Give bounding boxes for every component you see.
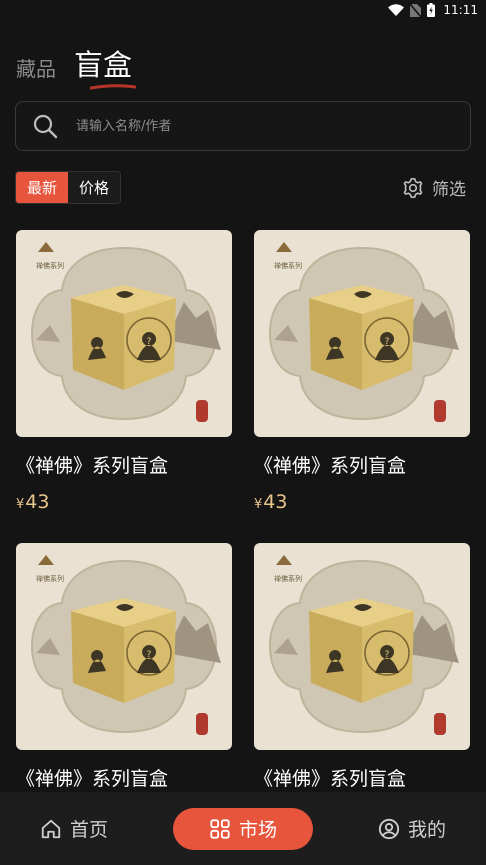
search-icon — [33, 114, 58, 139]
nav-home-label: 首页 — [70, 819, 109, 841]
sort-latest-button[interactable]: 最新 — [16, 172, 68, 203]
product-card[interactable]: ? 禅佛系列 《禅佛》系列盲盒 ¥43 — [254, 230, 470, 513]
product-card[interactable]: ? 禅佛系列 《禅佛》系列盲盒 ¥43 — [16, 230, 232, 513]
sort-toggle: 最新 价格 — [15, 171, 121, 204]
nav-home[interactable]: 首页 — [40, 809, 108, 849]
product-price: ¥43 — [254, 491, 470, 513]
status-bar: 11:11 — [0, 0, 486, 22]
product-image: ? 禅佛系列 — [254, 543, 470, 750]
product-price: ¥43 — [16, 491, 232, 513]
grid-icon — [210, 818, 230, 839]
gear-icon — [403, 177, 423, 198]
sort-price-button[interactable]: 价格 — [68, 172, 120, 203]
home-icon — [41, 819, 61, 838]
svg-text:?: ? — [147, 650, 152, 660]
currency-symbol: ¥ — [254, 497, 263, 512]
image-caption: 禅佛系列 — [36, 574, 64, 583]
nav-mine[interactable]: 我的 — [378, 809, 446, 849]
product-card[interactable]: ? 禅佛系列 《禅佛》系列盲盒 — [254, 543, 470, 791]
status-icons: 11:11 — [388, 3, 478, 17]
svg-text:?: ? — [385, 337, 390, 347]
product-card[interactable]: ? 禅佛系列 《禅佛》系列盲盒 — [16, 543, 232, 791]
battery-icon — [427, 3, 436, 17]
svg-text:?: ? — [147, 337, 152, 347]
product-image: ? 禅佛系列 — [16, 230, 232, 437]
image-caption: 禅佛系列 — [274, 574, 302, 583]
bottom-nav: 首页 市场 我的 — [0, 792, 486, 865]
product-image: ? 禅佛系列 — [254, 230, 470, 437]
wifi-icon — [388, 4, 405, 16]
nav-mine-label: 我的 — [407, 819, 446, 841]
user-icon — [378, 818, 400, 839]
filter-label: 筛选 — [432, 180, 466, 200]
filter-button[interactable]: 筛选 — [402, 175, 466, 200]
search-input[interactable] — [76, 118, 416, 134]
tab-blind-box[interactable]: 盲盒 — [74, 42, 136, 90]
product-title: 《禅佛》系列盲盒 — [254, 455, 407, 477]
product-title: 《禅佛》系列盲盒 — [254, 768, 407, 790]
price-value: 43 — [263, 491, 288, 513]
image-caption: 禅佛系列 — [274, 261, 302, 270]
nav-market[interactable]: 市场 — [173, 807, 313, 850]
price-value: 43 — [25, 491, 50, 513]
product-image: ? 禅佛系列 — [16, 543, 232, 750]
tab-collection[interactable]: 藏品 — [16, 53, 56, 88]
search-bar[interactable] — [15, 101, 471, 151]
svg-text:?: ? — [385, 650, 390, 660]
nav-market-label: 市场 — [238, 819, 277, 841]
no-sim-icon — [410, 3, 422, 17]
image-caption: 禅佛系列 — [36, 261, 64, 270]
product-title: 《禅佛》系列盲盒 — [16, 768, 169, 790]
header-tabs: 藏品 盲盒 — [16, 48, 136, 90]
tab-blind-box-label: 盲盒 — [74, 48, 133, 82]
tab-active-underline — [90, 84, 136, 90]
product-title: 《禅佛》系列盲盒 — [16, 455, 169, 477]
currency-symbol: ¥ — [16, 497, 25, 512]
status-time: 11:11 — [443, 3, 478, 17]
